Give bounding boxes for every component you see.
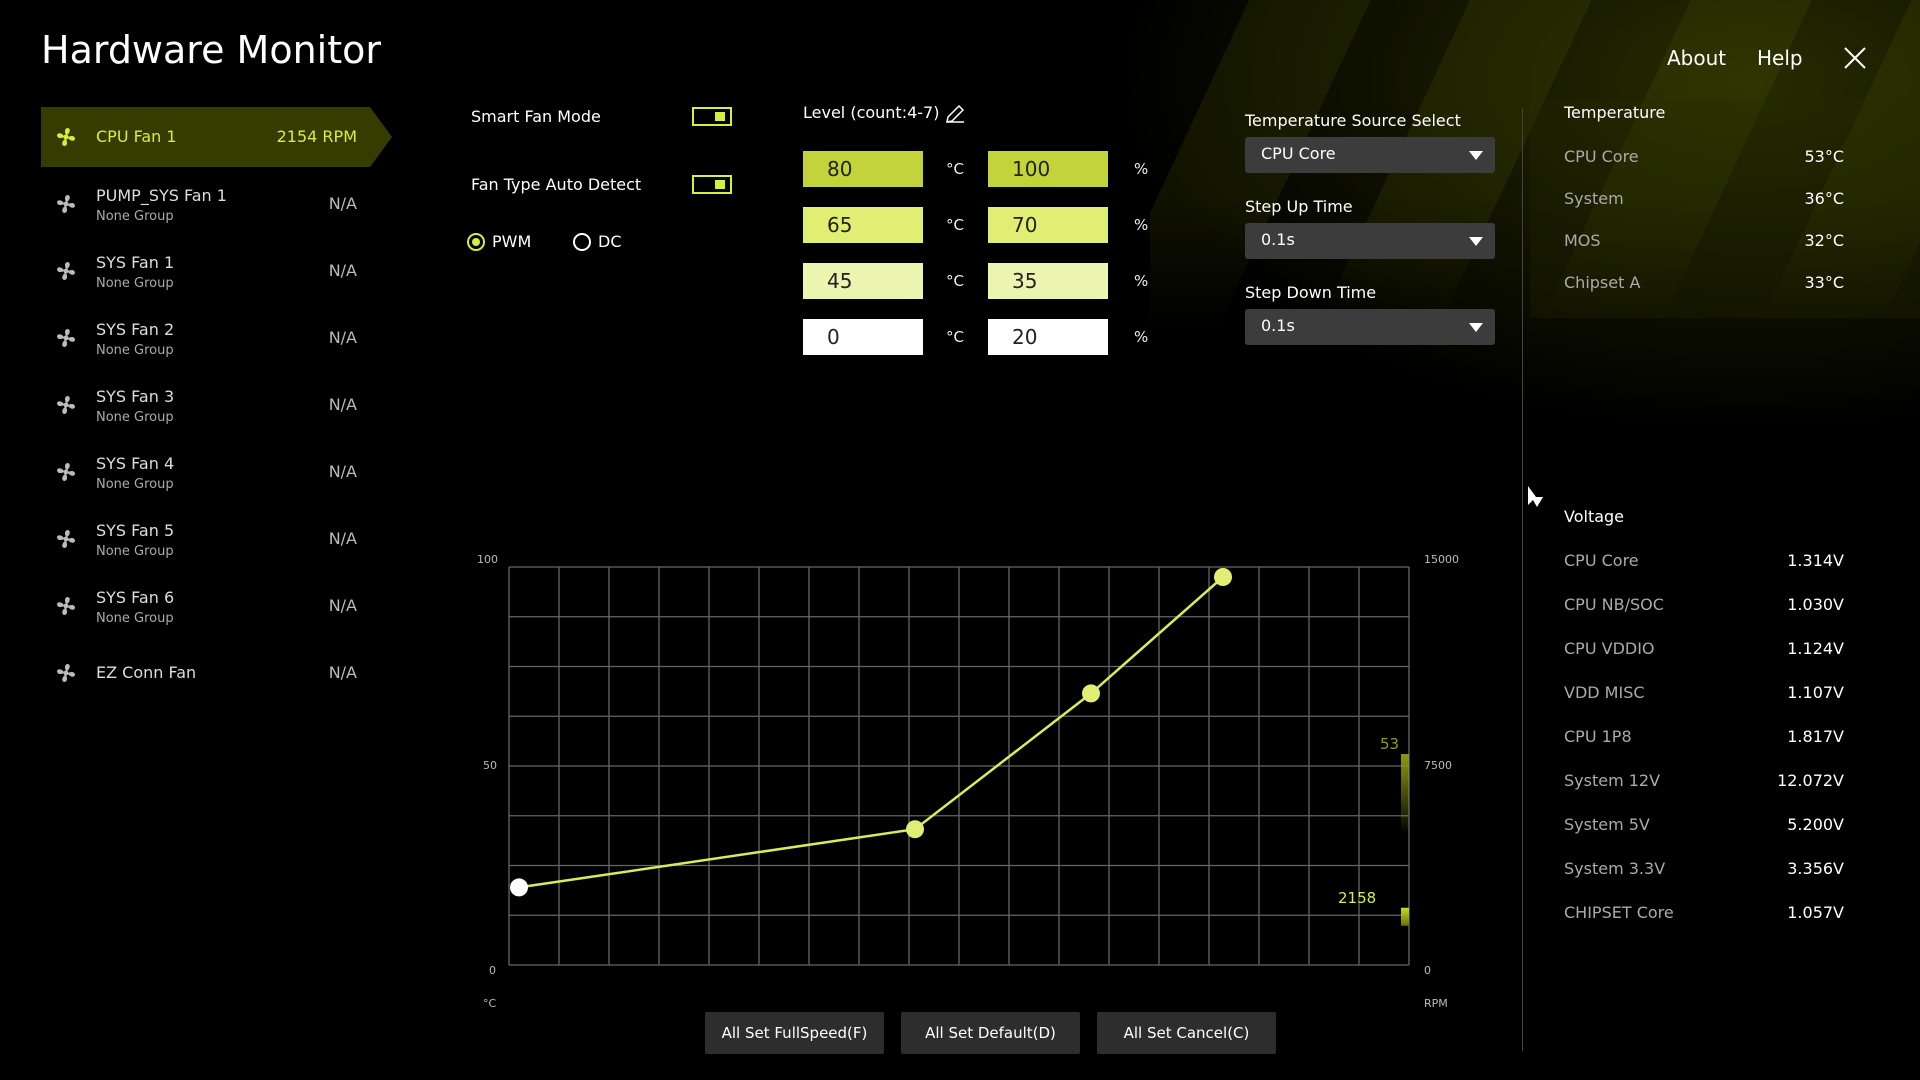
all-set-cancel-button[interactable]: All Set Cancel(C) bbox=[1097, 1012, 1276, 1054]
x-axis-unit: °C bbox=[483, 997, 497, 1010]
y2-tick-label: 0 bbox=[1424, 964, 1431, 977]
y2-tick-label: 7500 bbox=[1424, 759, 1452, 772]
y2-axis-unit: RPM bbox=[1424, 997, 1448, 1010]
curve-point-handle[interactable] bbox=[906, 820, 924, 839]
y-tick-label: 0 bbox=[489, 964, 496, 977]
current-rpm-label: 2158 bbox=[1338, 889, 1377, 907]
fan-curve-line bbox=[518, 576, 1224, 889]
rpm-history-bar bbox=[1401, 907, 1409, 926]
temp-history-bar bbox=[1401, 754, 1409, 835]
curve-point-handle[interactable] bbox=[510, 878, 528, 897]
curve-point-handle[interactable] bbox=[1082, 684, 1100, 703]
y-tick-label: 100 bbox=[477, 553, 498, 566]
curve-point-handle[interactable] bbox=[1214, 568, 1232, 586]
all-set-default-button[interactable]: All Set Default(D) bbox=[901, 1012, 1080, 1054]
y-tick-label: 50 bbox=[483, 759, 497, 772]
fan-curve-chart[interactable] bbox=[0, 0, 1920, 1080]
current-temp-label: 53 bbox=[1380, 735, 1400, 753]
all-set-fullspeed-button[interactable]: All Set FullSpeed(F) bbox=[705, 1012, 884, 1054]
y2-tick-label: 15000 bbox=[1424, 553, 1459, 566]
